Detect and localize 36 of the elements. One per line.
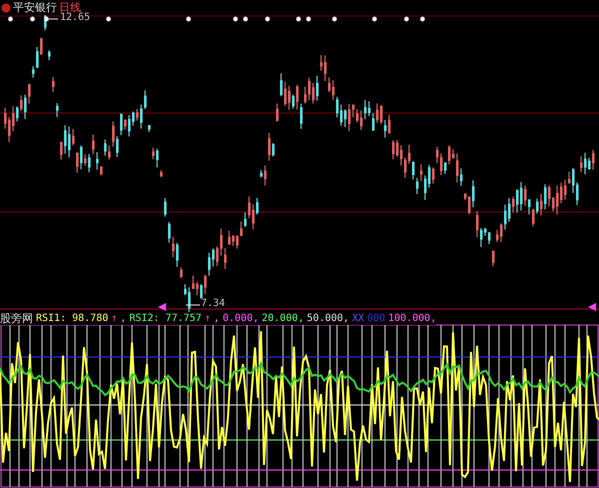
triangle-icon [158,303,166,311]
asterisk-icon [30,16,35,22]
indicator-value: 50.000, [306,312,350,325]
asterisk-icon [265,16,270,22]
asterisk-icon [186,16,191,22]
asterisk-icon [296,16,301,22]
leader-line [44,18,58,20]
asterisk-icon [372,16,377,22]
indicator-value: 000 [367,312,386,325]
asterisk-icon [332,16,337,22]
period-label: 日线 [59,0,81,14]
stock-name: 平安银行 [13,0,57,15]
indicator-value: ↑ [111,312,118,325]
asterisk-icon [233,16,238,22]
indicator-value: 0.000, [222,312,259,325]
asterisk-icon [243,16,248,22]
triangle-icon [588,303,596,311]
asterisk-icon [420,16,425,22]
asterisk-icon [106,16,111,22]
leader-line [186,304,200,306]
indicator-value: XX [352,312,364,325]
indicator-value: , [120,312,126,325]
asterisk-icon [8,16,13,22]
asterisk-icon [404,16,409,22]
low-price-label: 7.34 [201,298,226,309]
indicator-value: RSI2: 77.757 [129,312,202,325]
indicator-name: 股旁网 [0,312,33,325]
indicator-value: ↑ [204,312,211,325]
indicator-value: RSI1: 98.780 [36,312,108,325]
indicator-value: , [214,312,220,325]
indicator-value: 100.000, [388,312,436,325]
asterisk-icon [44,16,49,22]
asterisk-icon [306,16,311,22]
high-price-label: 12.65 [60,12,90,23]
circle-icon [1,2,11,12]
indicator-value: 20.000, [262,312,304,325]
